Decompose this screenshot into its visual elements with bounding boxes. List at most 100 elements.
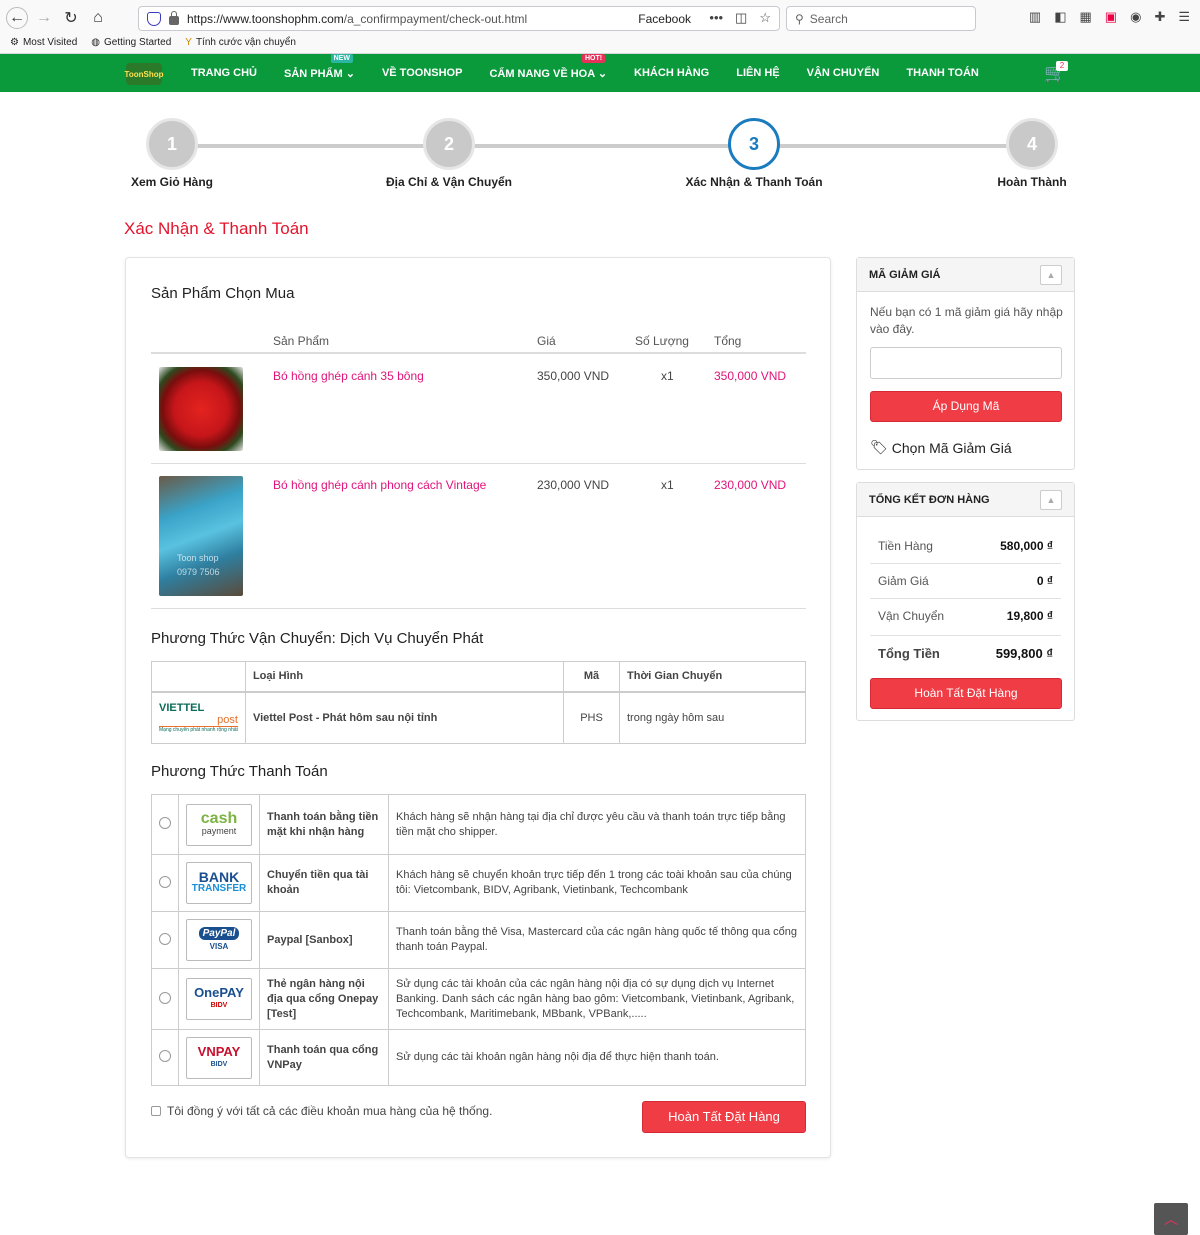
payment-option[interactable]: BANK TRANSFER Chuyển tiền qua tài khoản K… [151, 854, 806, 912]
browser-toolbar: ← → ↻ ⌂ https://www.toonshophm.com/a_con… [0, 0, 1200, 54]
payment-method-desc: Khách hàng sẽ chuyển khoản trực tiếp đến… [388, 854, 806, 912]
site-navigation: ToonShop TRANG CHỦ SẢN PHẨM ⌄ NEW VỀ TOON… [0, 53, 1200, 92]
new-badge: NEW [330, 53, 353, 63]
download-icon[interactable]: ▣ [1105, 9, 1117, 25]
coupon-code-input[interactable] [870, 347, 1062, 379]
table-row: VIETTEL post Mạng chuyển phát nhanh rộng… [151, 691, 806, 744]
product-image-blue-roses[interactable]: Toon shop 0979 7506 [159, 476, 243, 596]
ship-col-type: Loại Hình [244, 661, 565, 692]
bookmark-shipping-calc[interactable]: Y Tính cước vận chuyển [185, 37, 296, 48]
tracking-shield-icon[interactable] [147, 11, 161, 26]
coupon-hint: Nếu bạn có 1 mã giảm giá hãy nhập vào đâ… [870, 305, 1063, 336]
logo-text: cash [200, 809, 238, 827]
radio-cell [151, 968, 179, 1030]
library-icon[interactable]: ▥ [1029, 9, 1041, 25]
summary-row-subtotal: Tiền Hàng 580,000 ₫ [870, 529, 1061, 564]
table-row: Bó hồng ghép cánh 35 bông 350,000 VND x1… [151, 354, 806, 464]
menu-item-products[interactable]: SẢN PHẨM ⌄ NEW [284, 53, 355, 80]
product-image-red-roses[interactable] [159, 367, 243, 451]
product-price: 350,000 VND [537, 369, 610, 383]
complete-order-button[interactable]: Hoàn Tất Đặt Hàng [642, 1101, 806, 1133]
product-name-link[interactable]: Bó hồng ghép cánh phong cách Vintage [273, 478, 486, 492]
cart-icon[interactable]: 🛒 2 [1044, 61, 1070, 85]
payment-radio-bank[interactable] [159, 875, 171, 888]
col-product: Sản Phẩm [273, 334, 330, 348]
products-table-header: Sản Phẩm Giá Số Lượng Tổng [151, 326, 806, 354]
forward-button-icon[interactable]: → [32, 7, 56, 29]
extension-icon[interactable]: ▦ [1080, 9, 1092, 25]
menu-item-customers[interactable]: KHÁCH HÀNG [634, 67, 709, 79]
sidebar-icon[interactable]: ◧ [1054, 9, 1066, 25]
lock-icon[interactable] [169, 10, 179, 25]
step-2-label: Địa Chỉ & Vận Chuyển [385, 175, 513, 189]
cash-payment-logo: cash payment [186, 803, 252, 846]
vnpay-logo: VNPAY BIDV [186, 1036, 252, 1079]
viettel-post-logo: VIETTEL post Mạng chuyển phát nhanh rộng… [151, 691, 246, 744]
payment-radio-cash[interactable] [159, 817, 171, 829]
logo-cell: VNPAY BIDV [178, 1029, 260, 1086]
step-3-label: Xác Nhận & Thanh Toán [685, 175, 823, 189]
payment-radio-vnpay[interactable] [159, 1050, 171, 1062]
agree-terms-label[interactable]: Tôi đồng ý với tất cả các điều khoản mua… [167, 1104, 492, 1118]
account-icon[interactable]: ◉ [1130, 9, 1141, 25]
facebook-container-label[interactable]: Facebook [638, 12, 691, 26]
summary-value: 19,800 ₫ [1006, 609, 1053, 623]
stepper-line [172, 144, 1033, 148]
menu-item-contact[interactable]: LIÊN HỆ [736, 67, 779, 79]
gear-icon: ⚙ [10, 37, 19, 48]
step-3-circle: 3 [728, 118, 780, 170]
menu-item-shipping[interactable]: VẬN CHUYỂN [807, 67, 880, 79]
choose-coupon-link[interactable]: 🏷 Chọn Mã Giảm Giá [870, 439, 1012, 456]
scroll-to-top-button[interactable]: ︿ [1154, 1203, 1188, 1235]
step-1-label: Xem Giỏ Hàng [130, 175, 214, 189]
payment-option[interactable]: PayPal VISA Paypal [Sanbox] Thanh toán bằ… [151, 911, 806, 969]
step-2-circle[interactable]: 2 [423, 118, 475, 170]
menu-item-about[interactable]: VỀ TOONSHOP [382, 67, 462, 79]
logo-post-text: post [217, 713, 238, 726]
addons-icon[interactable]: ✚ [1154, 9, 1165, 25]
step-1-circle[interactable]: 1 [146, 118, 198, 170]
home-icon[interactable]: ⌂ [86, 7, 110, 29]
checkout-stepper: 1 2 3 4 Xem Giỏ Hàng Địa Chỉ & Vận Chuyể… [0, 118, 1200, 198]
bookmark-getting-started[interactable]: ◍ Getting Started [91, 37, 171, 48]
collapse-toggle-icon[interactable]: ▲ [1040, 489, 1062, 510]
col-total: Tổng [714, 334, 742, 348]
bookmark-most-visited[interactable]: ⚙ Most Visited [10, 37, 77, 48]
table-row: Toon shop 0979 7506 Bó hồng ghép cánh ph… [151, 464, 806, 609]
more-actions-icon[interactable]: ••• [709, 10, 723, 26]
back-button-icon[interactable]: ← [6, 7, 28, 29]
reload-icon[interactable]: ↻ [59, 7, 83, 29]
payment-radio-onepay[interactable] [159, 991, 171, 1004]
url-bar[interactable]: https://www.toonshophm.com/a_confirmpaym… [138, 6, 780, 31]
payment-option[interactable]: cash payment Thanh toán bằng tiền mặt khi… [151, 794, 806, 855]
choose-coupon-label: Chọn Mã Giảm Giá [891, 439, 1012, 456]
menu-item-home[interactable]: TRANG CHỦ [191, 67, 257, 79]
summary-row-shipping: Vận Chuyển 19,800 ₫ [870, 599, 1061, 636]
radio-cell [151, 794, 179, 855]
url-domain: https://www.toonshophm.com [187, 11, 344, 26]
payment-method-name: Thẻ ngân hàng nội địa qua cổng Onepay [T… [259, 968, 389, 1030]
ship-col-code: Mã [563, 661, 620, 692]
product-name-link[interactable]: Bó hồng ghép cánh 35 bông [273, 369, 424, 383]
apply-coupon-button[interactable]: Áp Dụng Mã [870, 391, 1062, 422]
payment-option[interactable]: VNPAY BIDV Thanh toán qua cổng VNPay Sử d… [151, 1029, 806, 1086]
agree-terms-checkbox[interactable] [151, 1106, 161, 1116]
site-logo[interactable]: ToonShop [125, 63, 163, 85]
summary-label: Giảm Giá [878, 574, 929, 588]
cart-count: 2 [1056, 61, 1068, 71]
menu-icon[interactable]: ☰ [1178, 9, 1190, 25]
logo-cell: PayPal VISA [178, 911, 260, 969]
collapse-toggle-icon[interactable]: ▲ [1040, 264, 1062, 285]
payment-radio-paypal[interactable] [159, 932, 171, 945]
payment-option[interactable]: OnePAY BIDV Thẻ ngân hàng nội địa qua cổn… [151, 968, 806, 1030]
complete-order-button-sidebar[interactable]: Hoàn Tất Đặt Hàng [870, 678, 1062, 709]
payment-method-desc: Khách hàng sẽ nhận hàng tại địa chỉ được… [388, 794, 806, 855]
bookmark-star-icon[interactable]: ☆ [759, 10, 771, 26]
pocket-icon[interactable]: ◫ [735, 10, 747, 26]
search-input[interactable]: ⚲ Search [786, 6, 976, 31]
menu-item-flower-guide[interactable]: CẨM NANG VỀ HOA ⌄ HOT! [489, 53, 607, 80]
payment-method-desc: Sử dụng các tài khoản của các ngân hàng … [388, 968, 806, 1030]
menu-item-payment[interactable]: THANH TOÁN [906, 67, 979, 79]
summary-label: Tiền Hàng [878, 539, 933, 553]
products-section-title: Sản Phẩm Chọn Mua [151, 285, 295, 302]
